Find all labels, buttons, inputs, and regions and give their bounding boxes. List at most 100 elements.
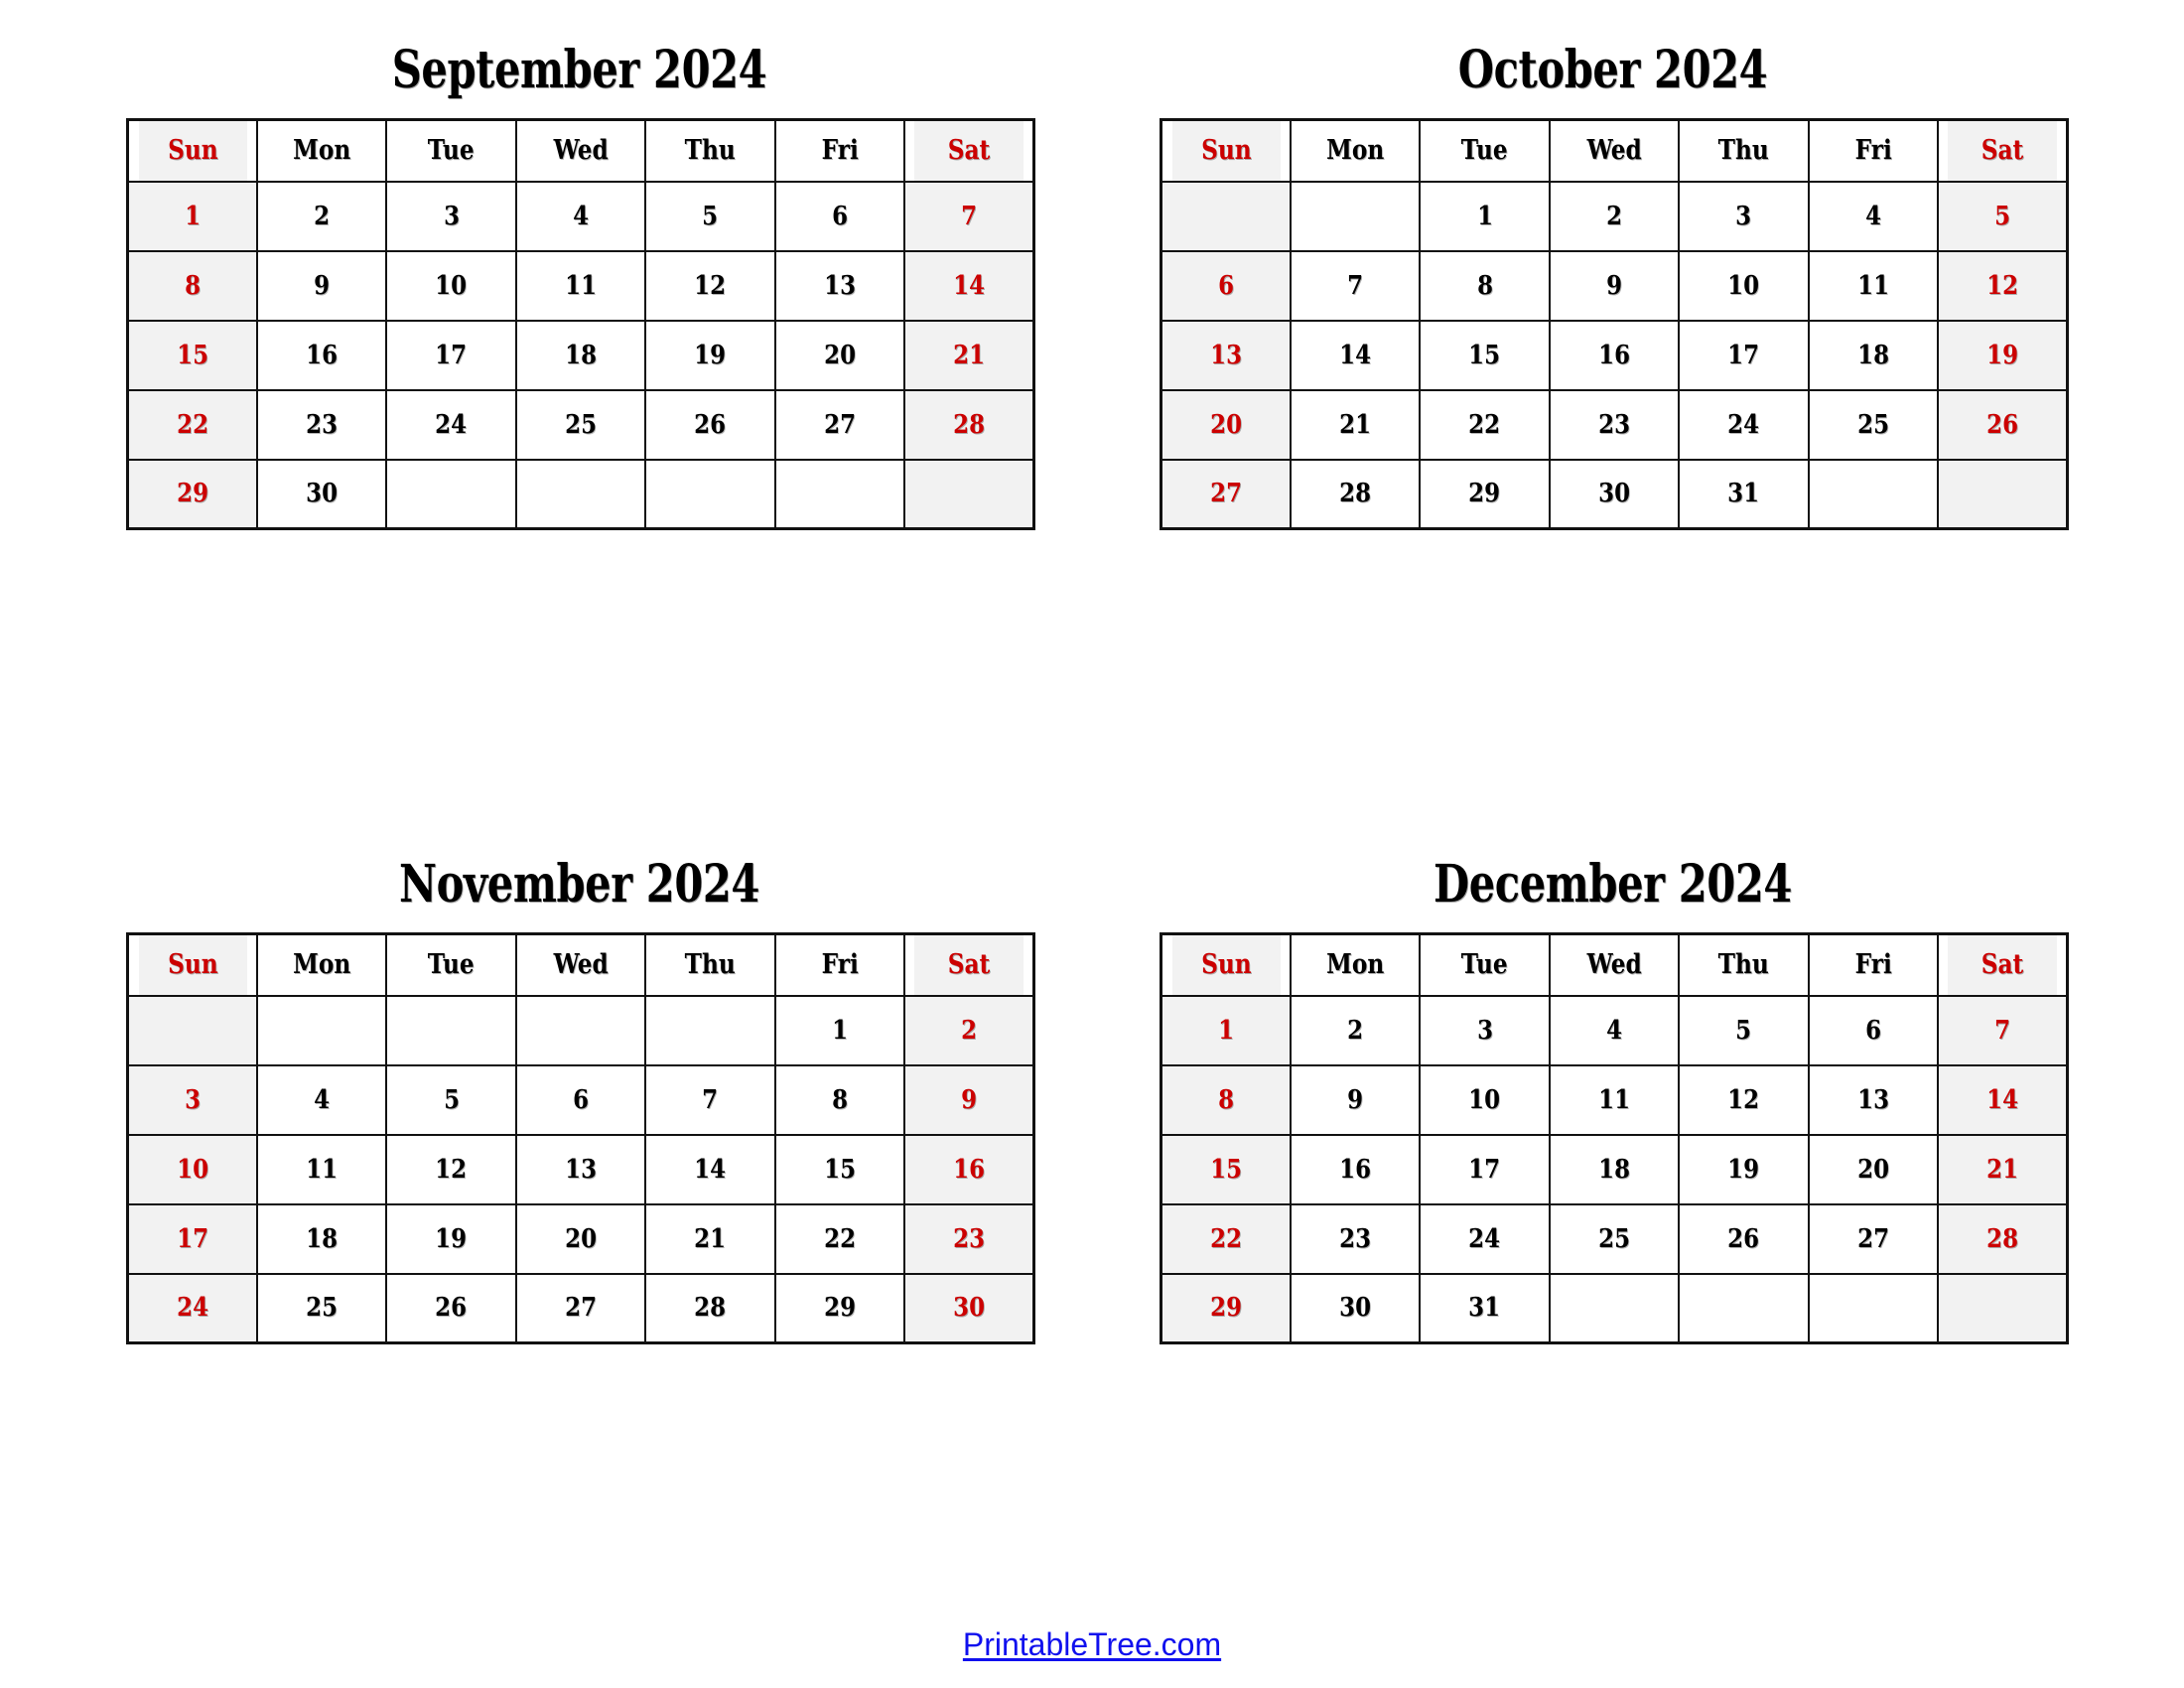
day-cell[interactable]: 25 [1548, 1202, 1681, 1275]
day-cell[interactable]: 14 [644, 1133, 776, 1205]
day-cell[interactable]: 26 [1937, 388, 2069, 461]
day-cell[interactable]: 19 [385, 1202, 517, 1275]
day-cell[interactable]: 15 [1160, 1133, 1292, 1205]
day-cell[interactable]: 5 [385, 1063, 517, 1136]
day-cell[interactable]: 2 [255, 180, 388, 252]
day-cell[interactable]: 17 [1419, 1133, 1551, 1205]
day-cell[interactable]: 11 [1548, 1063, 1681, 1136]
day-cell[interactable]: 21 [1937, 1133, 2069, 1205]
day-cell[interactable]: 3 [1419, 994, 1551, 1066]
day-cell[interactable]: 6 [1807, 994, 1940, 1066]
day-cell[interactable]: 1 [1160, 994, 1292, 1066]
day-cell[interactable]: 30 [1289, 1272, 1422, 1344]
day-cell[interactable]: 9 [1289, 1063, 1422, 1136]
day-cell[interactable]: 3 [385, 180, 517, 252]
day-cell[interactable]: 17 [126, 1202, 258, 1275]
day-cell[interactable]: 12 [385, 1133, 517, 1205]
day-cell[interactable]: 27 [514, 1272, 647, 1344]
day-cell[interactable]: 22 [1419, 388, 1551, 461]
day-cell[interactable]: 24 [1419, 1202, 1551, 1275]
day-cell[interactable]: 4 [255, 1063, 388, 1136]
day-cell[interactable]: 9 [255, 249, 388, 322]
day-cell[interactable]: 7 [903, 180, 1035, 252]
day-cell[interactable]: 1 [126, 180, 258, 252]
day-cell[interactable]: 18 [1548, 1133, 1681, 1205]
day-cell[interactable]: 23 [1289, 1202, 1422, 1275]
day-cell[interactable]: 8 [126, 249, 258, 322]
day-cell[interactable]: 25 [255, 1272, 388, 1344]
day-cell[interactable]: 6 [773, 180, 906, 252]
day-cell[interactable]: 11 [255, 1133, 388, 1205]
day-cell[interactable]: 22 [773, 1202, 906, 1275]
day-cell[interactable]: 20 [514, 1202, 647, 1275]
day-cell[interactable]: 18 [255, 1202, 388, 1275]
day-cell[interactable]: 11 [1807, 249, 1940, 322]
day-cell[interactable]: 16 [1289, 1133, 1422, 1205]
day-cell[interactable]: 1 [1419, 180, 1551, 252]
day-cell[interactable]: 10 [1678, 249, 1810, 322]
day-cell[interactable]: 3 [1678, 180, 1810, 252]
day-cell[interactable]: 19 [1678, 1133, 1810, 1205]
day-cell[interactable]: 28 [1937, 1202, 2069, 1275]
day-cell[interactable]: 24 [1678, 388, 1810, 461]
day-cell[interactable]: 24 [385, 388, 517, 461]
day-cell[interactable]: 10 [1419, 1063, 1551, 1136]
day-cell[interactable]: 13 [1807, 1063, 1940, 1136]
day-cell[interactable]: 13 [1160, 319, 1292, 391]
day-cell[interactable]: 30 [255, 458, 388, 530]
day-cell[interactable]: 5 [644, 180, 776, 252]
day-cell[interactable]: 31 [1419, 1272, 1551, 1344]
day-cell[interactable]: 18 [514, 319, 647, 391]
day-cell[interactable]: 25 [514, 388, 647, 461]
day-cell[interactable]: 5 [1678, 994, 1810, 1066]
day-cell[interactable]: 17 [1678, 319, 1810, 391]
day-cell[interactable]: 9 [1548, 249, 1681, 322]
day-cell[interactable]: 2 [903, 994, 1035, 1066]
day-cell[interactable]: 30 [903, 1272, 1035, 1344]
day-cell[interactable]: 26 [1678, 1202, 1810, 1275]
day-cell[interactable]: 22 [126, 388, 258, 461]
day-cell[interactable]: 11 [514, 249, 647, 322]
day-cell[interactable]: 23 [1548, 388, 1681, 461]
day-cell[interactable]: 25 [1807, 388, 1940, 461]
day-cell[interactable]: 16 [255, 319, 388, 391]
day-cell[interactable]: 15 [773, 1133, 906, 1205]
day-cell[interactable]: 24 [126, 1272, 258, 1344]
day-cell[interactable]: 17 [385, 319, 517, 391]
day-cell[interactable]: 20 [1807, 1133, 1940, 1205]
day-cell[interactable]: 16 [1548, 319, 1681, 391]
day-cell[interactable]: 29 [126, 458, 258, 530]
day-cell[interactable]: 14 [903, 249, 1035, 322]
day-cell[interactable]: 21 [1289, 388, 1422, 461]
day-cell[interactable]: 6 [1160, 249, 1292, 322]
day-cell[interactable]: 26 [385, 1272, 517, 1344]
day-cell[interactable]: 4 [1807, 180, 1940, 252]
day-cell[interactable]: 29 [773, 1272, 906, 1344]
day-cell[interactable]: 16 [903, 1133, 1035, 1205]
day-cell[interactable]: 7 [1289, 249, 1422, 322]
day-cell[interactable]: 10 [385, 249, 517, 322]
day-cell[interactable]: 8 [1419, 249, 1551, 322]
day-cell[interactable]: 28 [1289, 458, 1422, 530]
day-cell[interactable]: 14 [1937, 1063, 2069, 1136]
day-cell[interactable]: 10 [126, 1133, 258, 1205]
day-cell[interactable]: 23 [903, 1202, 1035, 1275]
day-cell[interactable]: 29 [1160, 1272, 1292, 1344]
day-cell[interactable]: 28 [644, 1272, 776, 1344]
day-cell[interactable]: 27 [1160, 458, 1292, 530]
day-cell[interactable]: 29 [1419, 458, 1551, 530]
day-cell[interactable]: 26 [644, 388, 776, 461]
day-cell[interactable]: 6 [514, 1063, 647, 1136]
day-cell[interactable]: 19 [644, 319, 776, 391]
day-cell[interactable]: 27 [1807, 1202, 1940, 1275]
day-cell[interactable]: 12 [644, 249, 776, 322]
day-cell[interactable]: 4 [514, 180, 647, 252]
day-cell[interactable]: 13 [773, 249, 906, 322]
day-cell[interactable]: 18 [1807, 319, 1940, 391]
day-cell[interactable]: 7 [1937, 994, 2069, 1066]
day-cell[interactable]: 1 [773, 994, 906, 1066]
day-cell[interactable]: 13 [514, 1133, 647, 1205]
day-cell[interactable]: 5 [1937, 180, 2069, 252]
day-cell[interactable]: 2 [1548, 180, 1681, 252]
day-cell[interactable]: 2 [1289, 994, 1422, 1066]
